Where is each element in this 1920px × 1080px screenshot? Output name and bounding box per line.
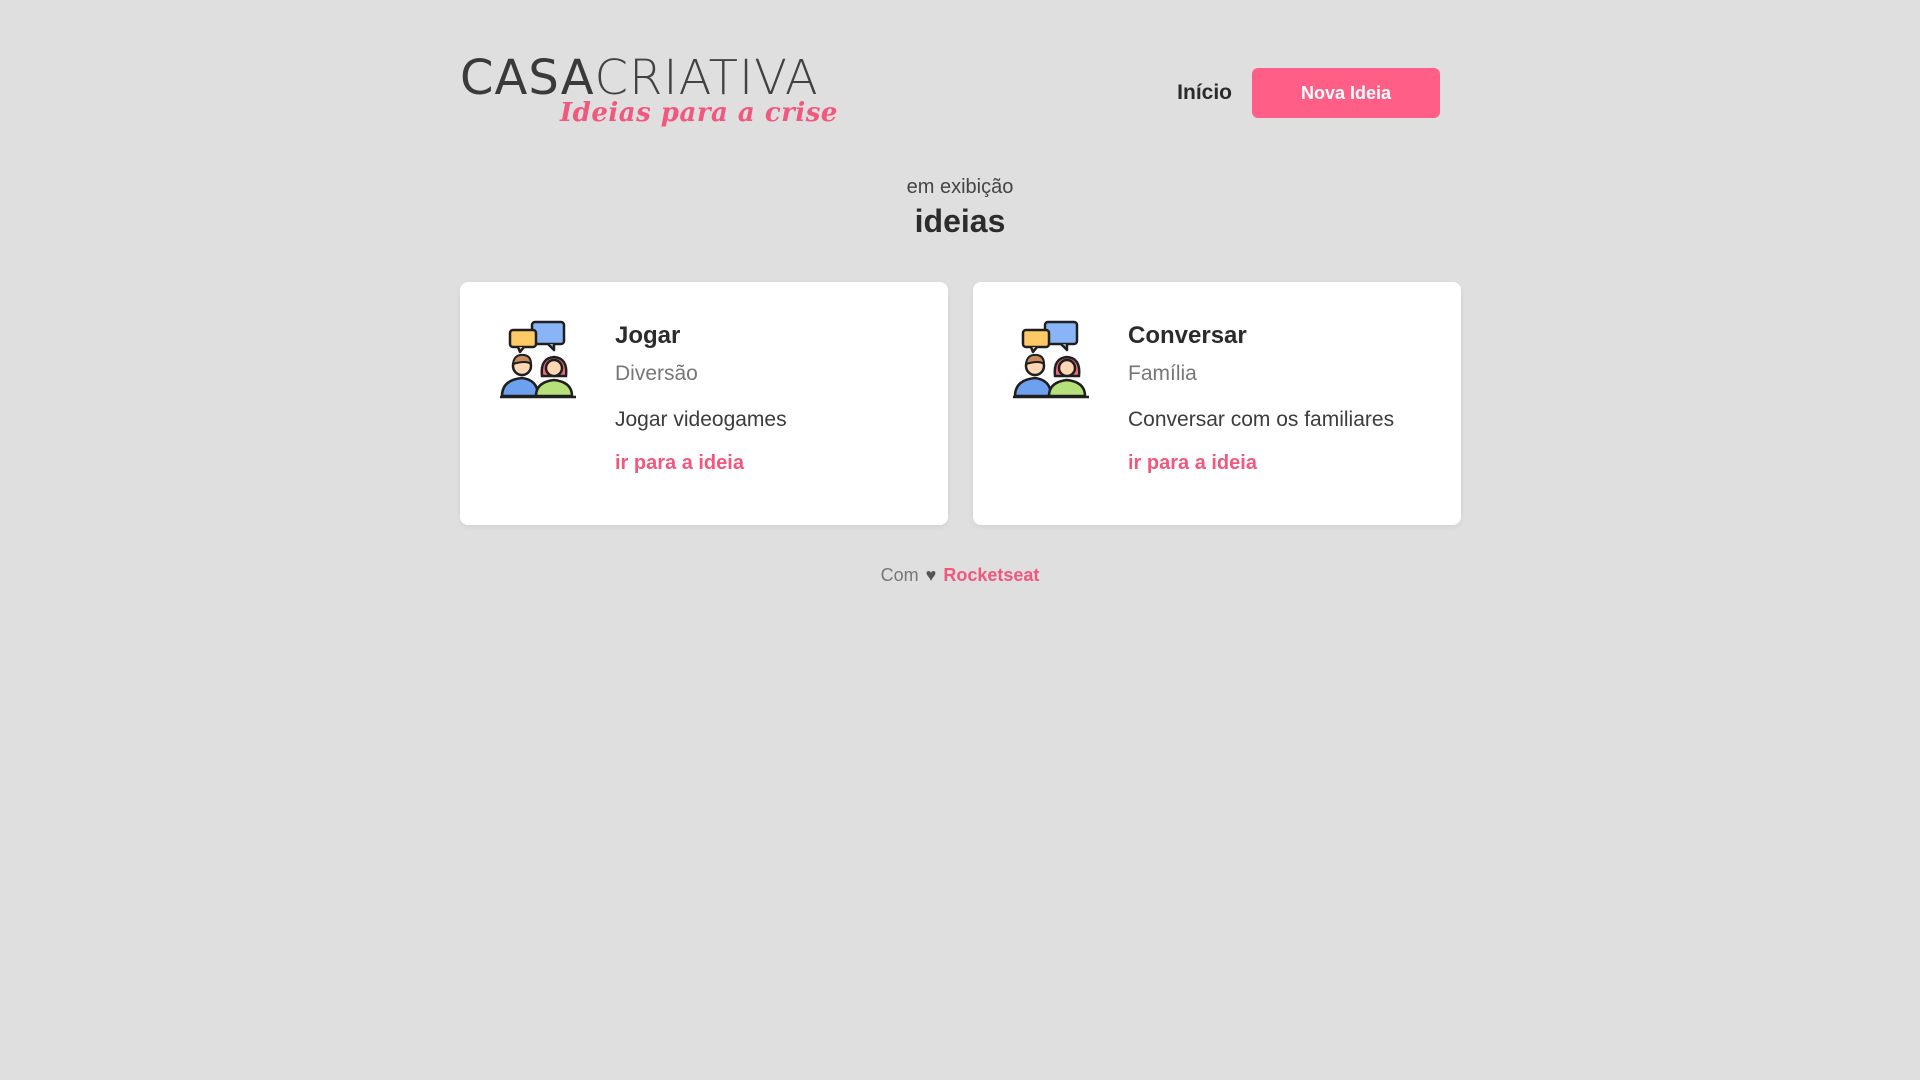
idea-category: Diversão [615,362,698,385]
section-header: em exibição ideias [0,176,1920,240]
idea-card-body: Jogar Diversão Jogar videogames ir para … [615,322,787,475]
heart-icon: ♥ [925,565,937,585]
new-idea-button[interactable]: Nova Ideia [1252,68,1440,118]
nav-home-link[interactable]: Início [1177,81,1232,105]
top-nav: Início Nova Ideia [1177,68,1440,118]
section-subtitle: em exibição [906,176,1014,198]
idea-description: Conversar com os familiares [1128,408,1395,431]
section-title: ideias [914,203,1006,239]
footer: Com ♥ Rocketseat [0,565,1920,586]
people-chat-icon [1011,320,1091,400]
idea-card: Jogar Diversão Jogar videogames ir para … [460,282,948,525]
go-to-idea-link[interactable]: ir para a ideia [615,452,744,475]
go-to-idea-link[interactable]: ir para a ideia [1128,452,1257,475]
idea-description: Jogar videogames [615,408,787,431]
idea-card-body: Conversar Família Conversar com os famil… [1128,322,1394,475]
logo-wordmark: CASACRIATIVA [460,52,819,104]
idea-card: Conversar Família Conversar com os famil… [973,282,1461,525]
people-chat-icon [498,320,578,400]
rocketseat-link[interactable]: Rocketseat [943,565,1039,585]
idea-title: Conversar [1128,322,1247,349]
footer-prefix: Com [880,565,919,585]
logo-tagline: Ideias para a crise [560,98,838,128]
idea-title: Jogar [615,322,681,349]
ideas-list: Jogar Diversão Jogar videogames ir para … [460,282,1461,525]
idea-category: Família [1128,362,1197,385]
page: CASACRIATIVA Ideias para a crise Início … [0,0,1920,1080]
logo[interactable]: CASACRIATIVA Ideias para a crise [460,52,840,132]
